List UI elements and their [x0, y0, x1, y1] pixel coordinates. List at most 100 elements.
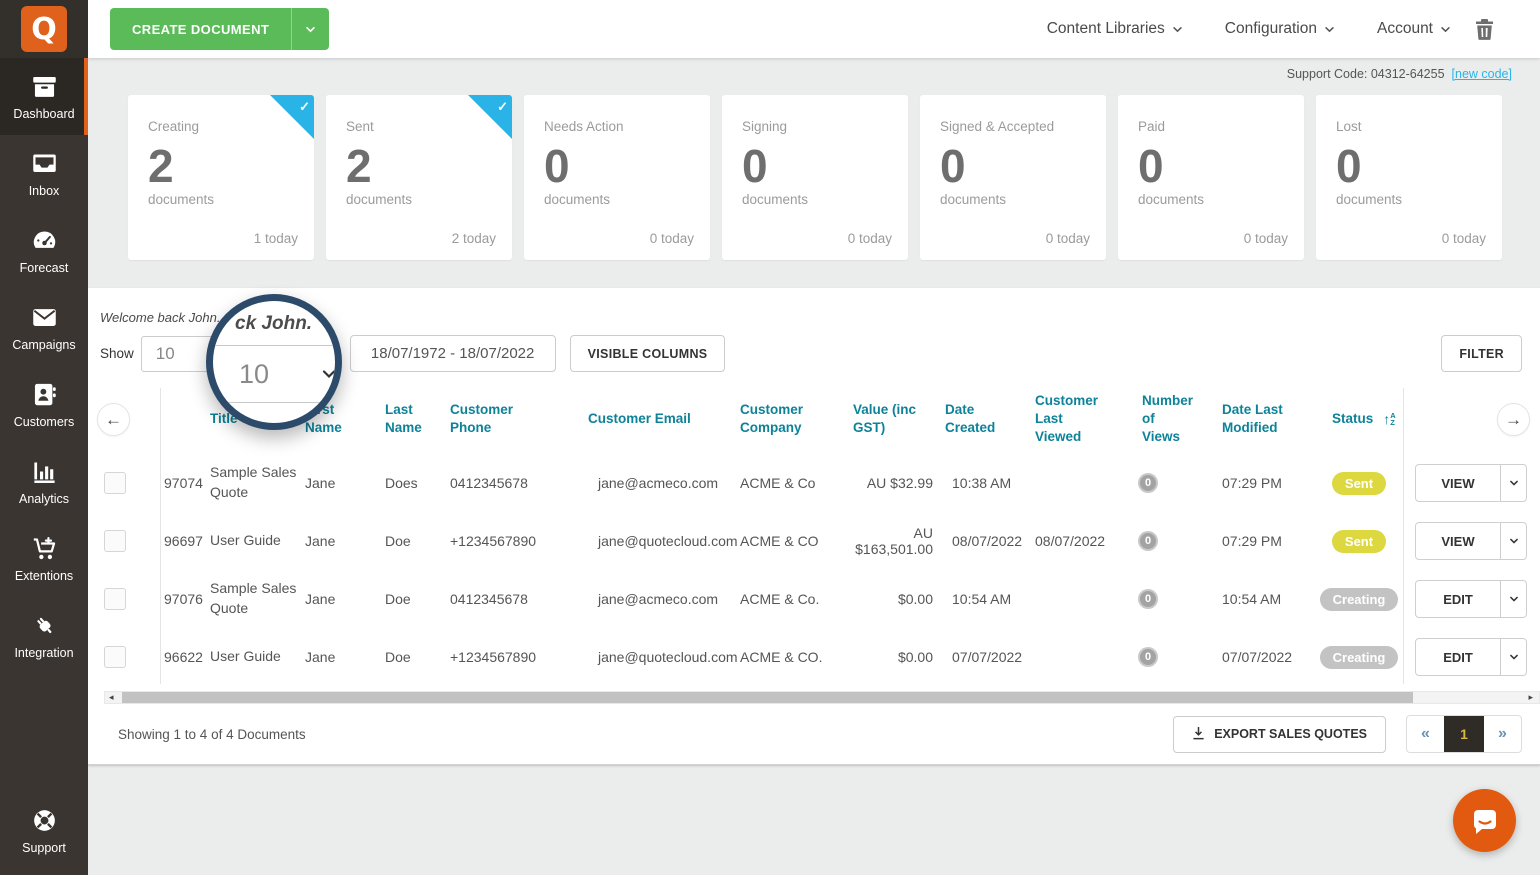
customer-phone-cell: 0412345678: [450, 591, 528, 607]
sidebar-item-label: Campaigns: [12, 337, 76, 352]
sidebar-item-label: Extentions: [14, 568, 74, 583]
date-created-column-header[interactable]: Date Created: [945, 401, 1035, 437]
sidebar-item-extentions[interactable]: Extentions: [0, 520, 88, 597]
status-card[interactable]: Signing 0 documents 0 today: [722, 95, 908, 260]
sort-az-icon[interactable]: ↑ A Z: [1383, 410, 1395, 429]
card-label: Lost: [1336, 119, 1362, 134]
value-column-header[interactable]: Value (inc GST): [835, 401, 945, 437]
number-of-views-column-header[interactable]: Number of Views: [1130, 392, 1205, 447]
date-created-cell: 07/07/2022: [952, 649, 1023, 665]
next-page-button[interactable]: »: [1484, 716, 1521, 752]
row-action-button[interactable]: EDIT: [1415, 638, 1527, 676]
chevron-down-icon[interactable]: [291, 8, 329, 50]
status-card[interactable]: Paid 0 documents 0 today: [1118, 95, 1304, 260]
date-created-cell: 08/07/2022: [952, 533, 1023, 549]
sidebar-item-inbox[interactable]: Inbox: [0, 135, 88, 212]
customer-email-cell: jane@acmeco.com: [598, 475, 719, 491]
row-checkbox[interactable]: [104, 472, 126, 494]
chat-launcher-button[interactable]: [1453, 789, 1516, 852]
actions-cell: VIEW: [1403, 464, 1540, 502]
previous-page-button[interactable]: «: [1407, 716, 1444, 752]
date-range-input[interactable]: [349, 335, 556, 372]
page-size-value: 10: [155, 343, 175, 363]
date-last-modified-column-header[interactable]: Date Last Modified: [1205, 401, 1315, 437]
sidebar-item-label: Dashboard: [13, 106, 75, 121]
export-label: EXPORT SALES QUOTES: [1214, 727, 1367, 741]
customer-company-cell: ACME & Co: [740, 475, 816, 491]
table-row: 97076 Sample Sales Quote Jane Doe 041234…: [104, 570, 1540, 628]
card-unit: documents: [940, 192, 1007, 208]
status-card[interactable]: ✓ Sent 2 documents 2 today: [326, 95, 512, 260]
sidebar-item-campaigns[interactable]: Campaigns: [0, 289, 88, 366]
status-cell: Creating: [1315, 645, 1403, 669]
plug-icon: [36, 617, 51, 633]
row-action-button[interactable]: VIEW: [1415, 522, 1527, 560]
nav-label: Configuration: [1224, 20, 1317, 37]
card-count: 0: [940, 140, 966, 192]
card-unit: documents: [544, 192, 611, 208]
new-code-link[interactable]: [new code]: [1452, 67, 1512, 81]
views-cell: 0: [1130, 531, 1205, 551]
row-action-button[interactable]: VIEW: [1415, 464, 1527, 502]
export-sales-quotes-button[interactable]: EXPORT SALES QUOTES: [1173, 715, 1386, 753]
create-document-button[interactable]: CREATE DOCUMENT: [110, 8, 330, 50]
nav-configuration[interactable]: Configuration: [1225, 20, 1335, 38]
row-checkbox[interactable]: [104, 530, 126, 552]
results-count-text: Showing 1 to 4 of 4 Documents: [118, 726, 306, 742]
archive-box-icon: [32, 76, 56, 97]
visible-columns-button[interactable]: VISIBLE COLUMNS: [569, 335, 726, 372]
date-created-cell: 10:38 AM: [952, 475, 1012, 491]
filter-button[interactable]: FILTER: [1441, 335, 1522, 372]
sidebar-item-label: Support: [22, 840, 66, 855]
nav-content-libraries[interactable]: Content Libraries: [1047, 20, 1183, 38]
scrollbar-left-arrow-icon[interactable]: ◂: [109, 692, 114, 703]
chevron-down-icon[interactable]: [1500, 581, 1526, 617]
status-card[interactable]: ✓ Creating 2 documents 1 today: [128, 95, 314, 260]
chevron-down-icon[interactable]: [1500, 639, 1526, 675]
app-window: Q Dashboard Inbox Forecast Campaigns Cus…: [0, 0, 1540, 875]
sidebar-item-customers[interactable]: Customers: [0, 366, 88, 443]
customer-phone-column-header[interactable]: Customer Phone: [450, 401, 560, 437]
horizontal-scrollbar[interactable]: ◂ ▸: [104, 691, 1540, 704]
check-corner-icon: ✓: [468, 95, 512, 139]
value-cell: AU $32.99: [866, 475, 933, 491]
sidebar-item-forecast[interactable]: Forecast: [0, 212, 88, 289]
card-unit: documents: [148, 192, 215, 208]
scrollbar-thumb[interactable]: [122, 692, 1413, 703]
scrollbar-right-arrow-icon[interactable]: ▸: [1528, 692, 1533, 703]
chevron-down-icon[interactable]: [1500, 523, 1526, 559]
last-name-column-header[interactable]: Last Name: [385, 401, 450, 437]
customer-email-cell: jane@quotecloud.com: [598, 649, 738, 665]
card-label: Signing: [742, 119, 788, 134]
customer-email-column-header[interactable]: Customer Email: [560, 410, 740, 428]
sidebar-item-dashboard[interactable]: Dashboard: [0, 58, 88, 135]
customer-company-column-header[interactable]: Customer Company: [740, 401, 835, 437]
current-page-number[interactable]: 1: [1444, 716, 1484, 752]
status-card[interactable]: Signed & Accepted 0 documents 0 today: [920, 95, 1106, 260]
row-checkbox[interactable]: [104, 646, 126, 668]
scroll-columns-right-button[interactable]: →: [1497, 403, 1530, 436]
sidebar-item-integration[interactable]: Integration: [0, 597, 88, 674]
quotes-table: Title First Name Last Name Customer Phon…: [88, 384, 1540, 686]
status-card[interactable]: Lost 0 documents 0 today: [1316, 95, 1502, 260]
card-today-count: 2 today: [451, 231, 496, 246]
chevron-down-icon[interactable]: [1500, 465, 1526, 501]
status-badge: Sent: [1331, 471, 1387, 495]
sidebar-item-label: Forecast: [19, 260, 69, 275]
address-book-icon: [34, 383, 56, 405]
nav-account[interactable]: Account: [1377, 20, 1451, 38]
row-action-label: EDIT: [1443, 649, 1473, 665]
card-count: 0: [742, 140, 768, 192]
status-card[interactable]: Needs Action 0 documents 0 today: [524, 95, 710, 260]
app-logo[interactable]: Q: [0, 0, 88, 58]
sidebar-item-analytics[interactable]: Analytics: [0, 443, 88, 520]
trash-icon[interactable]: [1475, 18, 1494, 40]
row-action-button[interactable]: EDIT: [1415, 580, 1527, 618]
scroll-columns-left-button[interactable]: ←: [97, 403, 130, 436]
status-column-header[interactable]: Status ↑ A Z: [1315, 410, 1403, 429]
bar-chart-icon: [33, 462, 55, 483]
row-checkbox[interactable]: [104, 588, 126, 610]
customer-last-viewed-column-header[interactable]: Customer Last Viewed: [1035, 392, 1130, 447]
envelope-icon: [32, 308, 56, 326]
sidebar-item-support[interactable]: Support: [0, 792, 88, 869]
